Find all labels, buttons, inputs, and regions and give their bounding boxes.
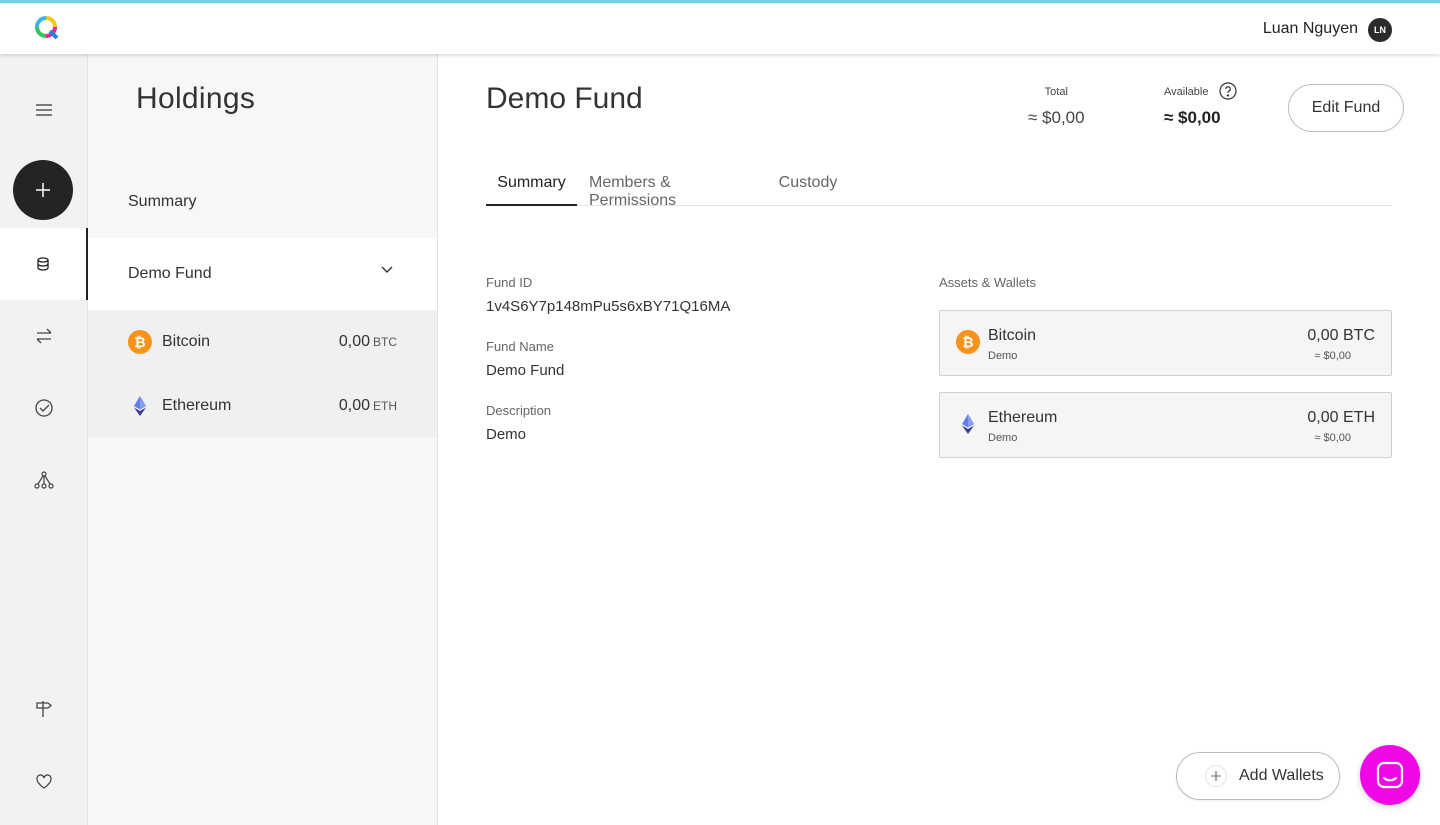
check-circle-icon (35, 399, 53, 417)
svg-text:₿: ₿ (962, 334, 973, 350)
description-label: Description (486, 403, 552, 418)
fund-name-label: Fund Name (486, 339, 554, 354)
rail-guide[interactable] (0, 673, 88, 745)
fund-id-value: 1v4S6Y7p148mPu5s6xBY71Q16MA (486, 298, 731, 315)
rail-network[interactable] (0, 444, 88, 516)
total-label: Total (1044, 86, 1068, 98)
plus-icon (1205, 765, 1227, 787)
chevron-down-icon[interactable] (381, 266, 393, 274)
wallet-subtitle: Demo (988, 350, 1018, 362)
transfer-arrows-icon (36, 328, 52, 344)
wallet-name: Ethereum (988, 409, 1058, 426)
available-value: ≈ $0,00 (1164, 108, 1221, 127)
asset-unit: BTC (373, 335, 397, 349)
tab-custody[interactable]: Custody (779, 166, 838, 206)
tab-summary[interactable]: Summary (486, 166, 577, 206)
edit-fund-button[interactable]: Edit Fund (1288, 84, 1404, 132)
assets-wallets-label: Assets & Wallets (939, 275, 1037, 290)
add-wallets-label: Add Wallets (1239, 767, 1324, 784)
asset-amount-value: 0,00 (338, 333, 370, 350)
rail-favorites[interactable] (0, 745, 88, 817)
ethereum-icon (962, 414, 974, 434)
help-icon[interactable] (1219, 82, 1237, 100)
rail-transfers[interactable] (0, 300, 88, 372)
chat-icon (1376, 761, 1404, 789)
q-logo-icon[interactable] (34, 15, 60, 41)
icon-rail (0, 54, 88, 825)
asset-name: Bitcoin (162, 333, 211, 350)
user-name[interactable]: Luan Nguyen (1263, 20, 1358, 38)
holdings-panel: Holdings Summary Demo Fund ₿ Bitcoin 0,0… (88, 54, 438, 825)
rail-holdings[interactable] (0, 228, 88, 300)
holdings-fund-item[interactable]: Demo Fund (88, 238, 437, 310)
total-value: ≈ $0,00 (1028, 108, 1085, 127)
wallet-amount: 0,00 ETH (1307, 409, 1375, 426)
holdings-title: Holdings (136, 82, 256, 115)
asset-amount: 0,00 BTC (339, 333, 397, 351)
top-bar: Luan Nguyen LN (0, 0, 1440, 54)
wallet-subtitle: Demo (988, 432, 1018, 444)
page-title: Demo Fund (486, 82, 643, 115)
wallet-amount: 0,00 BTC (1307, 327, 1375, 344)
database-icon (37, 257, 49, 271)
avatar[interactable]: LN (1368, 18, 1392, 42)
svg-text:₿: ₿ (134, 334, 145, 350)
asset-unit: ETH (373, 399, 397, 413)
holdings-summary-item[interactable]: Summary (88, 166, 437, 238)
bitcoin-icon: ₿ (128, 330, 152, 354)
bitcoin-icon: ₿ (956, 330, 980, 354)
available-stat: Available ≈ $0,00 (1164, 86, 1221, 128)
ethereum-icon (134, 396, 146, 416)
plus-icon (36, 183, 50, 197)
network-icon (34, 471, 54, 489)
menu-icon (36, 104, 52, 116)
fund-name-value: Demo Fund (486, 362, 565, 379)
wallet-card-bitcoin[interactable]: ₿ Bitcoin Demo 0,00 BTC ≈ $0,00 (939, 310, 1392, 376)
wallet-fiat: ≈ $0,00 (1314, 350, 1351, 362)
total-stat: Total ≈ $0,00 (1028, 86, 1085, 128)
chat-button[interactable] (1360, 745, 1420, 805)
available-label: Available (1164, 86, 1209, 98)
signpost-icon (36, 701, 53, 717)
fund-id-label: Fund ID (486, 275, 533, 290)
asset-amount: 0,00 ETH (339, 397, 397, 415)
asset-name: Ethereum (162, 397, 232, 414)
fund-item-label: Demo Fund (128, 265, 212, 282)
add-wallets-button[interactable]: Add Wallets (1176, 752, 1340, 800)
holdings-asset-ethereum[interactable]: Ethereum 0,00 ETH (88, 374, 437, 438)
asset-amount-value: 0,00 (338, 397, 370, 414)
wallet-name: Bitcoin (988, 327, 1037, 344)
main-content: Demo Fund Total ≈ $0,00 Available ≈ $0,0… (438, 54, 1440, 825)
menu-button[interactable] (0, 74, 88, 146)
wallet-card-ethereum[interactable]: Ethereum Demo 0,00 ETH ≈ $0,00 (939, 392, 1392, 458)
description-value: Demo (486, 426, 527, 443)
holdings-asset-bitcoin[interactable]: ₿ Bitcoin 0,00 BTC (88, 310, 437, 374)
tab-members-permissions[interactable]: Members & Permissions (589, 166, 756, 209)
add-button[interactable] (13, 160, 73, 220)
heart-icon (36, 773, 52, 789)
wallet-fiat: ≈ $0,00 (1314, 432, 1351, 444)
tab-bar: Summary Members & Permissions Custody (486, 166, 1392, 209)
rail-approvals[interactable] (0, 372, 88, 444)
